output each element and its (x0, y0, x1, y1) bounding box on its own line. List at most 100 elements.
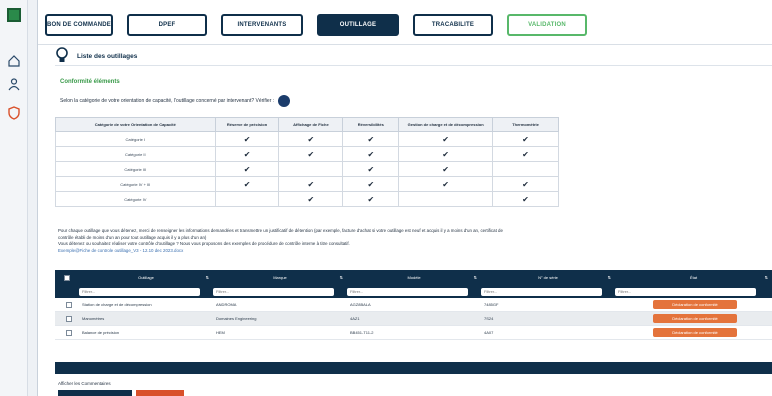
page-title: Liste des outillages (77, 52, 138, 60)
category-cell: ✔ (342, 146, 400, 162)
tab-dpef[interactable]: DPEF (127, 14, 207, 36)
checkmark-icon: ✔ (243, 149, 251, 159)
category-table: Catégorie de votre Orientation de Capaci… (55, 117, 559, 207)
checkmark-icon: ✔ (307, 194, 315, 204)
category-label: Catégorie I (55, 131, 216, 147)
title-divider (55, 65, 772, 66)
tab-intervenants[interactable]: INTERVENANTS (221, 14, 303, 36)
filter-modele-input[interactable] (347, 287, 468, 296)
section-title: Conformité éléments (60, 79, 120, 85)
checkmark-icon: ✔ (367, 179, 375, 189)
category-cell: ✔ (492, 146, 559, 162)
filter-etat-input[interactable] (615, 287, 757, 296)
sort-icon[interactable]: ⇅ (340, 275, 343, 280)
cell-serie: 4A07 (484, 330, 494, 335)
table-row[interactable]: Station de charge et de décompression AND… (55, 298, 772, 312)
checkmark-icon: ✔ (442, 164, 449, 174)
conformity-button[interactable]: Déclaration de conformité (653, 314, 737, 323)
cell-outillage: Station de charge et de décompression (82, 302, 152, 307)
checkmark-icon: ✔ (442, 149, 449, 159)
filter-outillage-input[interactable] (79, 287, 200, 296)
category-label: Catégorie III (55, 161, 216, 177)
category-label: Catégorie II (55, 146, 216, 162)
cell-serie: 7S24 (484, 316, 494, 321)
comments-toggle[interactable]: Afficher les Commentaires (58, 381, 111, 386)
cell-marque: ANDROMA (216, 302, 237, 307)
conformity-button[interactable]: Déclaration de conformité (653, 300, 737, 309)
checkmark-icon: ✔ (307, 149, 315, 159)
checkmark-icon: ✔ (243, 164, 251, 174)
filter-serie-input[interactable] (481, 287, 602, 296)
category-cell: ✔ (214, 176, 280, 192)
tab-bon-de-commande[interactable]: BON DE COMMANDE (45, 14, 113, 36)
app-logo (7, 8, 21, 22)
col-serie[interactable]: N° de série ⇅ (481, 270, 615, 285)
checkmark-icon: ✔ (243, 179, 251, 189)
row-checkbox[interactable] (66, 315, 72, 322)
col-etat[interactable]: État ⇅ (615, 270, 772, 285)
lightbulb-icon (56, 47, 68, 62)
category-cell: ✔ (342, 191, 400, 207)
info-icon[interactable] (278, 95, 291, 107)
question-text: Selon la catégorie de votre orientation … (60, 98, 275, 104)
category-cell: ✔ (214, 161, 280, 177)
cell-outillage: Manomètres (82, 316, 105, 321)
cell-serie: 7485GF (484, 302, 499, 307)
table-row[interactable]: Manomètres Domaines Engineering 4AZ1 7S24 Dé… (55, 312, 772, 326)
sort-icon[interactable]: ⇅ (765, 275, 768, 280)
home-icon[interactable] (7, 54, 21, 68)
category-cell: ✔ (214, 131, 280, 147)
cell-marque: Domaines Engineering (216, 316, 257, 321)
table-row[interactable]: Balance de précision HEM BB451-T11-2 4A07 Dé… (55, 326, 772, 340)
category-header: Affichage de Fiche (278, 117, 344, 132)
category-cell: ✔ (278, 191, 344, 207)
footer-bar (55, 362, 772, 374)
tab-validation[interactable]: VALIDATION (507, 14, 587, 36)
category-row: Catégorie I ✔ ✔ ✔ ✔ ✔ (55, 131, 559, 147)
sort-icon[interactable]: ⇅ (474, 275, 477, 280)
category-cell (398, 191, 494, 207)
tab-outillage[interactable]: OUTILLAGE (317, 14, 399, 36)
checkmark-icon: ✔ (243, 134, 251, 144)
col-label: N° de série (538, 275, 558, 280)
col-label: Modèle (407, 275, 421, 280)
user-icon[interactable] (7, 77, 21, 91)
tab-tracabilite[interactable]: TRACABILITE (413, 14, 493, 36)
category-cell (214, 191, 280, 207)
procedure-link[interactable]: Exemple@Fiche de controle outillage_V3 -… (58, 248, 768, 255)
row-checkbox[interactable] (66, 329, 72, 336)
checkmark-icon: ✔ (522, 194, 529, 204)
outillage-grid: Outillage ⇅ Marque ⇅ Modèle ⇅ N° de série ⇅ … (55, 270, 772, 340)
previous-button[interactable] (58, 390, 132, 396)
filter-marque-input[interactable] (213, 287, 334, 296)
rail-separator (28, 0, 38, 396)
conformity-button[interactable]: Déclaration de conformité (653, 328, 737, 337)
category-header: Catégorie de votre Orientation de Capaci… (55, 117, 216, 132)
checkmark-icon: ✔ (307, 179, 315, 189)
category-cell: ✔ (214, 146, 280, 162)
col-label: Outillage (138, 275, 154, 280)
col-marque[interactable]: Marque ⇅ (213, 270, 347, 285)
checkmark-icon: ✔ (367, 164, 375, 174)
select-all-header[interactable] (55, 270, 79, 285)
category-cell (492, 161, 559, 177)
grid-header: Outillage ⇅ Marque ⇅ Modèle ⇅ N° de série ⇅ … (55, 270, 772, 285)
checkmark-icon: ✔ (522, 179, 529, 189)
category-label: Catégorie IV (55, 191, 216, 207)
category-row: Catégorie III ✔ ✔ ✔ (55, 161, 559, 177)
category-cell: ✔ (278, 176, 344, 192)
row-checkbox[interactable] (66, 301, 72, 308)
category-row: Catégorie IV + III ✔ ✔ ✔ ✔ ✔ (55, 176, 559, 192)
sort-icon[interactable]: ⇅ (206, 275, 209, 280)
col-outillage[interactable]: Outillage ⇅ (79, 270, 213, 285)
category-label: Catégorie IV + III (55, 176, 216, 192)
category-cell: ✔ (492, 131, 559, 147)
col-modele[interactable]: Modèle ⇅ (347, 270, 481, 285)
category-cell: ✔ (492, 191, 559, 207)
category-cell: ✔ (278, 131, 344, 147)
shield-icon[interactable] (7, 106, 21, 120)
sort-icon[interactable]: ⇅ (608, 275, 611, 280)
cancel-button[interactable] (136, 390, 184, 396)
page-header: Liste des outillages (55, 47, 137, 65)
category-cell (278, 161, 344, 177)
